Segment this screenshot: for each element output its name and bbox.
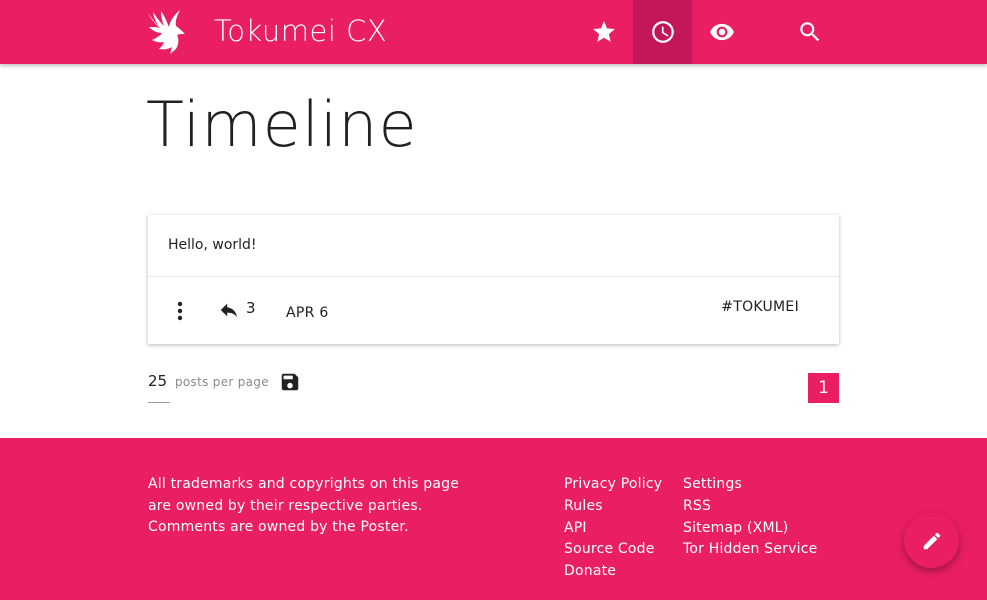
reply-icon (220, 303, 238, 318)
top-app-bar: Tokumei CX (0, 0, 987, 64)
posts-per-page-label: posts per page (175, 375, 269, 389)
posts-per-page-input[interactable]: 25 (148, 372, 170, 403)
star-icon (592, 21, 615, 42)
footer-links-secondary: Settings RSS Sitemap (XML) Tor Hidden Se… (683, 474, 817, 561)
footer-link-donate[interactable]: Donate (564, 561, 662, 583)
copyright-notice: All trademarks and copyrights on this pa… (148, 474, 478, 539)
more-options-button[interactable] (170, 299, 190, 323)
notice-line: are owned by their respective parties. (148, 497, 423, 514)
nav-timeline-button[interactable] (633, 0, 692, 64)
nav-search-button[interactable] (780, 0, 839, 64)
brand-title[interactable]: Tokumei CX (214, 14, 387, 48)
nav-watching-button[interactable] (692, 0, 751, 64)
post-actions: 3 APR 6 #TOKUMEI (148, 277, 839, 343)
footer-link-rules[interactable]: Rules (564, 496, 662, 518)
eye-icon (709, 23, 734, 41)
footer: All trademarks and copyrights on this pa… (0, 438, 987, 600)
search-icon (799, 22, 819, 42)
footer-link-api[interactable]: API (564, 518, 662, 540)
footer-link-sitemap[interactable]: Sitemap (XML) (683, 518, 817, 540)
notice-line: All trademarks and copyrights on this pa… (148, 476, 460, 492)
footer-link-tor-hidden-service[interactable]: Tor Hidden Service (683, 539, 817, 561)
eagle-logo-icon[interactable] (146, 9, 188, 55)
save-button[interactable] (279, 371, 301, 393)
footer-links-primary: Privacy Policy Rules API Source Code Don… (564, 474, 662, 583)
compose-post-button[interactable] (904, 513, 959, 568)
pencil-icon (923, 532, 940, 549)
post-text: Hello, world! (148, 215, 839, 277)
post-card: Hello, world! 3 APR 6 #TOKUMEI (148, 215, 839, 344)
page-title: Timeline (146, 88, 418, 161)
reply-button[interactable] (218, 299, 240, 321)
clock-icon (651, 21, 674, 43)
save-icon (281, 373, 299, 391)
page-number-button[interactable]: 1 (808, 373, 839, 403)
footer-link-settings[interactable]: Settings (683, 474, 817, 496)
more-vert-icon (177, 301, 183, 321)
post-tag-link[interactable]: #TOKUMEI (721, 299, 799, 315)
footer-link-source-code[interactable]: Source Code (564, 539, 662, 561)
reply-count: 3 (246, 299, 256, 317)
footer-link-rss[interactable]: RSS (683, 496, 817, 518)
post-date: APR 6 (286, 305, 329, 321)
notice-line: Comments are owned by the Poster. (148, 519, 409, 535)
footer-link-privacy-policy[interactable]: Privacy Policy (564, 474, 662, 496)
nav-popular-button[interactable] (574, 0, 633, 64)
